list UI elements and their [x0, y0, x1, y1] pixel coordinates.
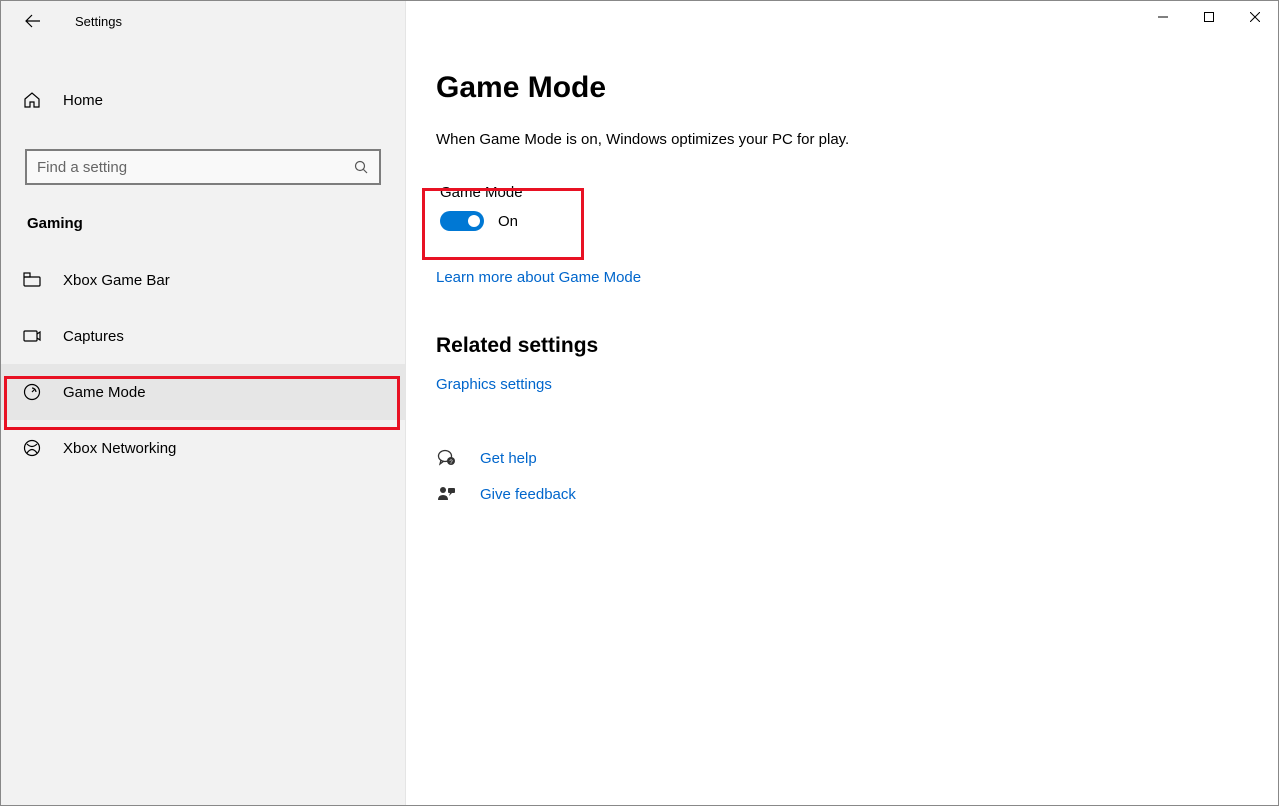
minimize-button[interactable]	[1140, 1, 1186, 33]
give-feedback-link[interactable]: Give feedback	[480, 486, 576, 503]
page-description: When Game Mode is on, Windows optimizes …	[436, 131, 1248, 148]
close-button[interactable]	[1232, 1, 1278, 33]
learn-more-link[interactable]: Learn more about Game Mode	[436, 269, 641, 286]
page-title: Game Mode	[436, 71, 1248, 105]
window-controls	[1140, 1, 1278, 33]
related-settings-heading: Related settings	[436, 334, 1248, 358]
get-help-link[interactable]: Get help	[480, 450, 537, 467]
sidebar-section-header: Gaming	[1, 215, 405, 232]
sidebar: Settings Home Gaming Xbox Game Bar	[1, 1, 406, 805]
minimize-icon	[1158, 12, 1168, 22]
sidebar-item-xbox-networking[interactable]: Xbox Networking	[1, 420, 405, 476]
search-input[interactable]	[37, 159, 353, 176]
sidebar-item-game-mode[interactable]: Game Mode	[1, 364, 405, 420]
nav-label: Xbox Game Bar	[63, 272, 170, 289]
nav-label: Game Mode	[63, 384, 146, 401]
give-feedback-row[interactable]: Give feedback	[436, 485, 1248, 503]
game-mode-icon	[23, 383, 43, 401]
get-help-row[interactable]: ? Get help	[436, 449, 1248, 467]
main-content: Game Mode When Game Mode is on, Windows …	[406, 1, 1278, 805]
game-mode-toggle[interactable]	[440, 211, 484, 231]
nav-label: Xbox Networking	[63, 440, 176, 457]
toggle-state: On	[498, 213, 518, 230]
back-button[interactable]	[21, 9, 45, 33]
sidebar-home[interactable]: Home	[1, 79, 405, 121]
sidebar-item-xbox-game-bar[interactable]: Xbox Game Bar	[1, 252, 405, 308]
game-mode-toggle-group: Game Mode On	[436, 178, 596, 241]
home-label: Home	[63, 92, 103, 109]
titlebar: Settings	[1, 1, 405, 41]
toggle-label: Game Mode	[440, 184, 592, 201]
window-title: Settings	[75, 14, 122, 29]
search-icon	[353, 160, 369, 174]
graphics-settings-link[interactable]: Graphics settings	[436, 376, 552, 393]
maximize-button[interactable]	[1186, 1, 1232, 33]
game-bar-icon	[23, 272, 43, 288]
maximize-icon	[1204, 12, 1214, 22]
search-box[interactable]	[25, 149, 381, 185]
close-icon	[1250, 12, 1260, 22]
sidebar-item-captures[interactable]: Captures	[1, 308, 405, 364]
arrow-left-icon	[25, 13, 41, 29]
feedback-icon	[436, 485, 458, 503]
home-icon	[23, 91, 43, 109]
xbox-icon	[23, 439, 43, 457]
help-icon: ?	[436, 449, 458, 467]
toggle-knob	[468, 215, 480, 227]
captures-icon	[23, 328, 43, 344]
nav-label: Captures	[63, 328, 124, 345]
